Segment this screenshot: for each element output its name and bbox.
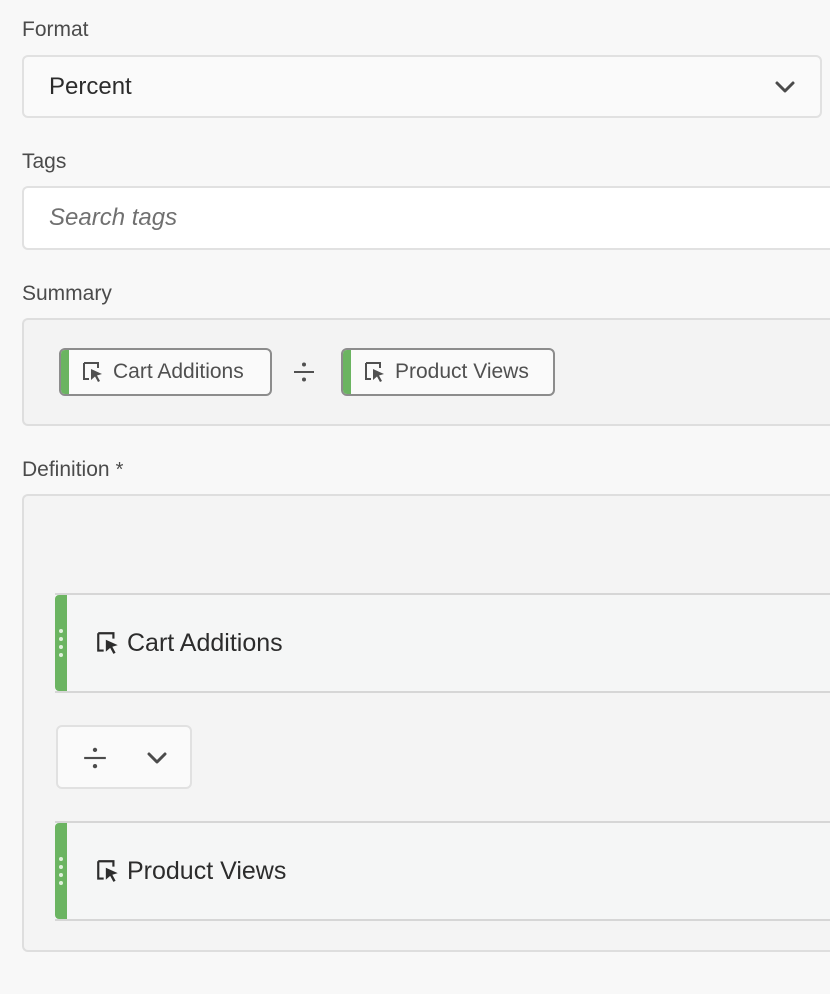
drag-handle[interactable]: [55, 823, 67, 919]
definition-metric-cart-additions[interactable]: Cart Additions: [55, 593, 830, 693]
definition-label: Definition *: [22, 458, 123, 482]
definition-box: Cart Additions Product Views: [22, 494, 830, 952]
definition-metric-product-views[interactable]: Product Views: [55, 821, 830, 921]
divide-icon: [84, 747, 106, 769]
metric-cursor-icon: [83, 362, 102, 382]
summary-chip-product-views[interactable]: Product Views: [341, 348, 555, 396]
metric-cursor-icon: [97, 860, 118, 882]
metric-accent-stripe: [61, 350, 69, 394]
required-mark: *: [115, 459, 124, 481]
metric-accent-stripe: [343, 350, 351, 394]
format-selected-value: Percent: [49, 72, 132, 100]
definition-metric-label: Product Views: [127, 856, 287, 885]
operator-dropdown[interactable]: [56, 725, 192, 789]
metric-cursor-icon: [97, 632, 118, 654]
search-tags-input[interactable]: [22, 186, 830, 250]
drag-handle[interactable]: [55, 595, 67, 691]
definition-metric-label: Cart Additions: [127, 628, 283, 657]
divide-icon: [294, 362, 314, 382]
summary-chip-label: Product Views: [395, 360, 529, 383]
chevron-down-icon: [147, 752, 167, 764]
summary-label: Summary: [22, 282, 112, 305]
summary-chip-cart-additions[interactable]: Cart Additions: [59, 348, 272, 396]
summary-chip-label: Cart Additions: [113, 360, 244, 383]
definition-label-text: Definition: [22, 458, 110, 481]
format-dropdown[interactable]: Percent: [22, 55, 822, 118]
format-label: Format: [22, 18, 89, 41]
summary-box: Cart Additions Product Views: [22, 318, 830, 426]
chevron-down-icon: [775, 81, 795, 93]
metric-cursor-icon: [365, 362, 384, 382]
tags-label: Tags: [22, 150, 67, 173]
